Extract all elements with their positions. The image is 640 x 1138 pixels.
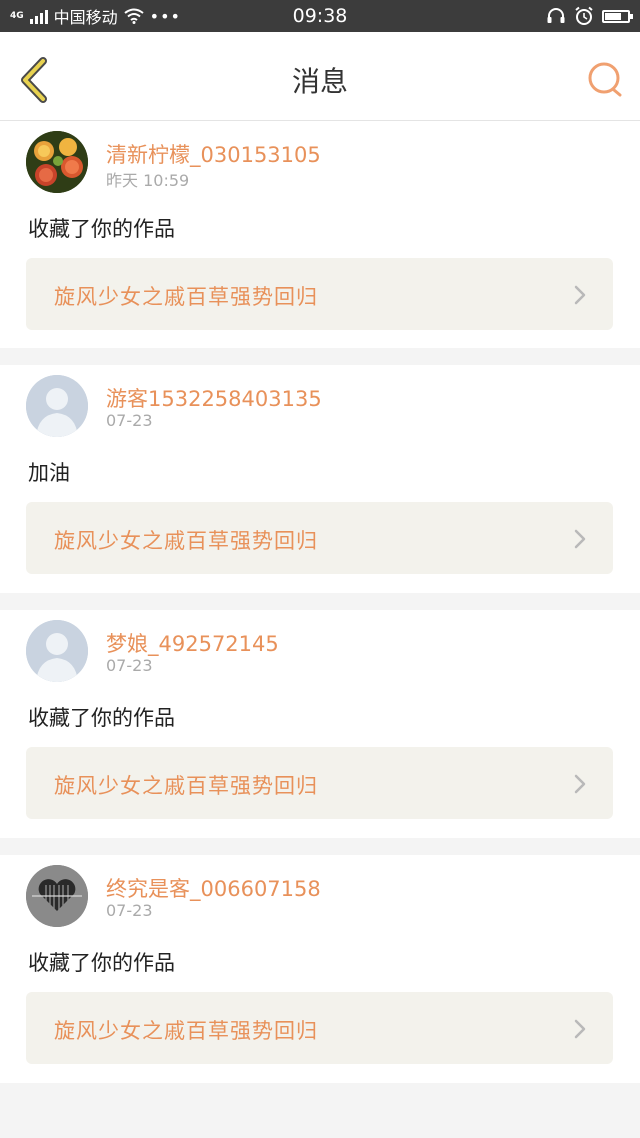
avatar[interactable] xyxy=(26,131,88,193)
message-list: 清新柠檬_030153105 昨天 10:59 收藏了你的作品 旋风少女之戚百草… xyxy=(0,121,640,1100)
message-text: 收藏了你的作品 xyxy=(28,951,175,975)
timestamp: 07-23 xyxy=(106,656,153,675)
avatar[interactable] xyxy=(26,865,88,927)
header: 消息 xyxy=(0,32,640,121)
default-avatar-icon xyxy=(26,375,88,437)
timestamp: 07-23 xyxy=(106,901,153,920)
network-type: 4G xyxy=(10,10,24,21)
wifi-icon xyxy=(124,8,144,24)
chevron-right-icon xyxy=(574,529,586,549)
chevron-right-icon xyxy=(574,774,586,794)
username[interactable]: 游客1532258403135 xyxy=(106,383,322,413)
work-link[interactable]: 旋风少女之戚百草强势回归 xyxy=(26,992,613,1064)
more-indicator: ••• xyxy=(149,6,181,26)
work-link[interactable]: 旋风少女之戚百草强势回归 xyxy=(26,502,613,574)
work-title: 旋风少女之戚百草强势回归 xyxy=(54,285,318,309)
status-bar: 4G 中国移动 ••• 09:38 xyxy=(0,0,640,32)
chevron-right-icon xyxy=(574,1019,586,1039)
message-card: 梦娘_492572145 07-23 收藏了你的作品 旋风少女之戚百草强势回归 xyxy=(0,610,640,838)
message-text: 加油 xyxy=(28,461,70,485)
work-title: 旋风少女之戚百草强势回归 xyxy=(54,1019,318,1043)
page-title: 消息 xyxy=(291,65,348,98)
username[interactable]: 终究是客_006607158 xyxy=(106,873,321,903)
chevron-left-icon[interactable] xyxy=(18,57,50,103)
message-card: 游客1532258403135 07-23 加油 旋风少女之戚百草强势回归 xyxy=(0,365,640,593)
work-link[interactable]: 旋风少女之戚百草强势回归 xyxy=(26,258,613,330)
message-text: 收藏了你的作品 xyxy=(28,706,175,730)
carrier-name: 中国移动 xyxy=(53,8,118,27)
search-button[interactable] xyxy=(586,60,626,100)
default-avatar-icon xyxy=(26,620,88,682)
username[interactable]: 清新柠檬_030153105 xyxy=(106,139,321,169)
message-card: 清新柠檬_030153105 昨天 10:59 收藏了你的作品 旋风少女之戚百草… xyxy=(0,121,640,348)
message-text: 收藏了你的作品 xyxy=(28,217,175,241)
timestamp: 昨天 10:59 xyxy=(106,171,190,190)
timestamp: 07-23 xyxy=(106,411,153,430)
fruit-avatar-image xyxy=(26,131,88,193)
barcode-heart-avatar-image xyxy=(26,865,88,927)
signal-icon xyxy=(29,8,48,24)
work-title: 旋风少女之戚百草强势回归 xyxy=(54,529,318,553)
avatar[interactable] xyxy=(26,620,88,682)
headset-icon xyxy=(547,8,565,23)
avatar[interactable] xyxy=(26,375,88,437)
back-button[interactable] xyxy=(14,56,54,104)
username[interactable]: 梦娘_492572145 xyxy=(106,628,279,658)
work-title: 旋风少女之戚百草强势回归 xyxy=(54,774,318,798)
work-link[interactable]: 旋风少女之戚百草强势回归 xyxy=(26,747,613,819)
message-card: 终究是客_006607158 07-23 收藏了你的作品 旋风少女之戚百草强势回… xyxy=(0,855,640,1083)
search-icon[interactable] xyxy=(587,61,625,99)
battery-icon xyxy=(602,9,633,23)
chevron-right-icon xyxy=(574,285,586,305)
alarm-icon xyxy=(575,6,593,25)
